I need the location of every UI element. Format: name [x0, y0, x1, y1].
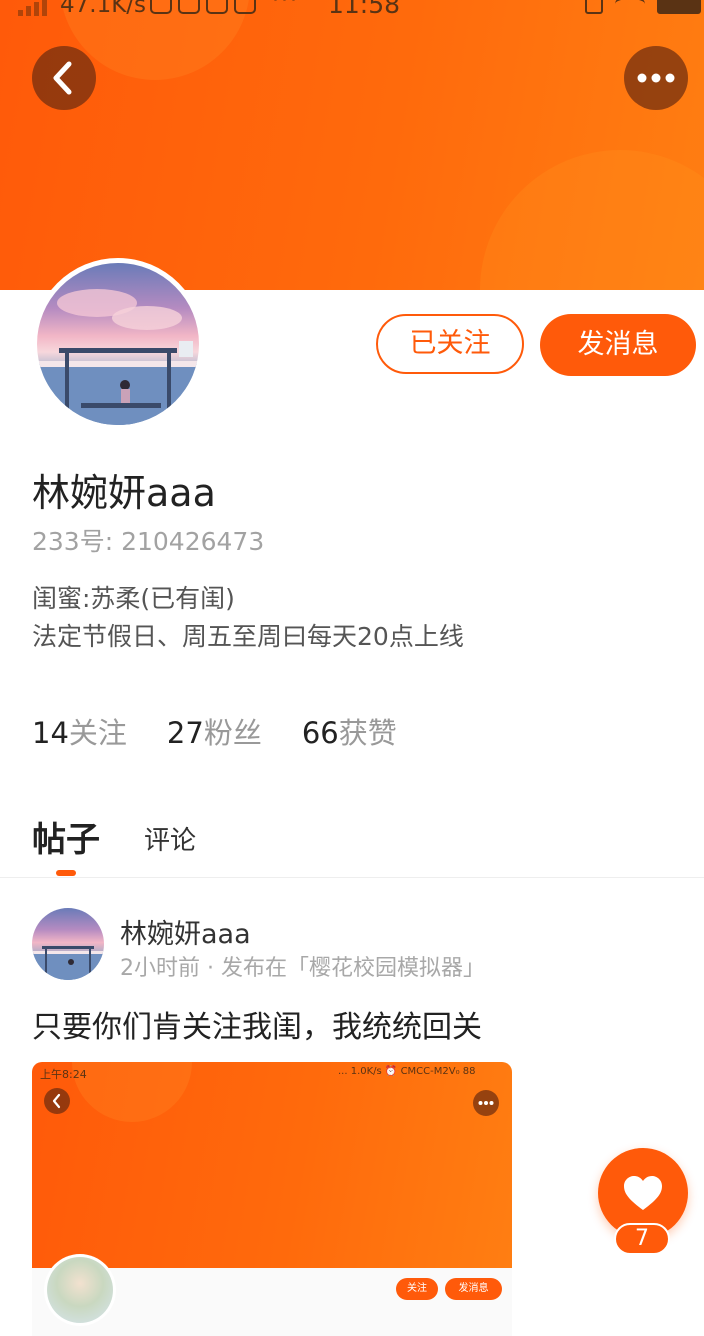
stat-likes[interactable]: 66获赞: [302, 710, 397, 752]
more-notifications: ···: [272, 0, 299, 13]
clock: 11:58: [328, 0, 401, 19]
chevron-left-icon: [53, 61, 72, 95]
tab-posts[interactable]: 帖子: [32, 812, 100, 861]
stat-label: 关注: [68, 716, 127, 750]
post-author-avatar[interactable]: [32, 908, 104, 980]
app-notification-icon: [178, 0, 200, 14]
signal-icon: [18, 0, 48, 16]
avatar-image: [37, 263, 199, 425]
stat-number: 14: [32, 716, 69, 750]
post-author-name[interactable]: 林婉妍aaa: [120, 912, 251, 951]
followed-button[interactable]: 已关注: [376, 314, 524, 374]
screenshot-message-button: 发消息: [445, 1278, 502, 1300]
more-dots-icon: [473, 1090, 499, 1116]
network-speed: 47.1K/s: [60, 0, 147, 18]
avatar-illustration: [32, 946, 104, 980]
more-options-button[interactable]: [624, 46, 688, 110]
like-count-badge: 7: [614, 1223, 670, 1255]
screenshot-status-time: 上午8:24: [40, 1068, 87, 1081]
profile-stats: 14关注 27粉丝 66获赞: [32, 710, 397, 752]
wifi-icon: [615, 0, 645, 13]
back-button[interactable]: [32, 46, 96, 110]
chevron-left-icon: [44, 1088, 70, 1114]
stat-label: 粉丝: [203, 716, 262, 750]
vibrate-icon: [585, 0, 603, 14]
stat-number: 66: [301, 716, 339, 750]
stat-number: 27: [166, 716, 204, 750]
screenshot-avatar: [44, 1254, 116, 1326]
profile-header-banner: 47.1K/s ··· 11:58: [0, 0, 704, 290]
header-decoration: [72, 1062, 192, 1122]
avatar-illustration: [37, 289, 199, 425]
active-tab-indicator: [56, 870, 76, 876]
stat-following[interactable]: 14关注: [32, 710, 127, 752]
post-meta: 2小时前 · 发布在「樱花校园模拟器」: [120, 956, 485, 981]
battery-icon: [657, 0, 701, 14]
content-tabs: 帖子 评论: [32, 808, 704, 878]
notification-icons: [150, 0, 256, 14]
post-text[interactable]: 只要你们肯关注我闺，我统统回关: [32, 1002, 482, 1046]
tabs-divider: [0, 877, 704, 878]
user-id-value: 210426473: [121, 527, 265, 556]
bio-line: 法定节假日、周五至周曰每天20点上线: [32, 622, 464, 651]
screenshot-status-info: ... 1.0K/s ⏰ CMCC-M2V₀ 88: [338, 1066, 476, 1077]
screenshot-follow-button: 关注: [396, 1278, 438, 1300]
screenshot-header: 上午8:24 ... 1.0K/s ⏰ CMCC-M2V₀ 88: [32, 1062, 512, 1268]
bio-line: 闺蜜:苏柔(已有闺): [32, 584, 235, 613]
header-decoration: [480, 150, 704, 290]
status-bar: 47.1K/s ··· 11:58: [0, 0, 704, 22]
tab-comments[interactable]: 评论: [144, 820, 196, 857]
app-notification-icon: [150, 0, 172, 14]
status-right-icons: [585, 0, 701, 14]
send-message-button[interactable]: 发消息: [540, 314, 696, 376]
user-bio: 闺蜜:苏柔(已有闺) 法定节假日、周五至周曰每天20点上线: [32, 580, 464, 656]
app-notification-icon: [206, 0, 228, 14]
app-notification-icon: [234, 0, 256, 14]
post-image[interactable]: 上午8:24 ... 1.0K/s ⏰ CMCC-M2V₀ 88 关注 发消息: [32, 1062, 512, 1336]
more-dots-icon: [637, 73, 675, 83]
username: 林婉妍aaa: [32, 471, 216, 515]
user-id-label: 233号:: [32, 527, 114, 556]
profile-avatar[interactable]: [32, 258, 204, 430]
user-id: 233号: 210426473: [32, 522, 264, 558]
stat-label: 获赞: [338, 716, 397, 750]
stat-followers[interactable]: 27粉丝: [167, 710, 262, 752]
